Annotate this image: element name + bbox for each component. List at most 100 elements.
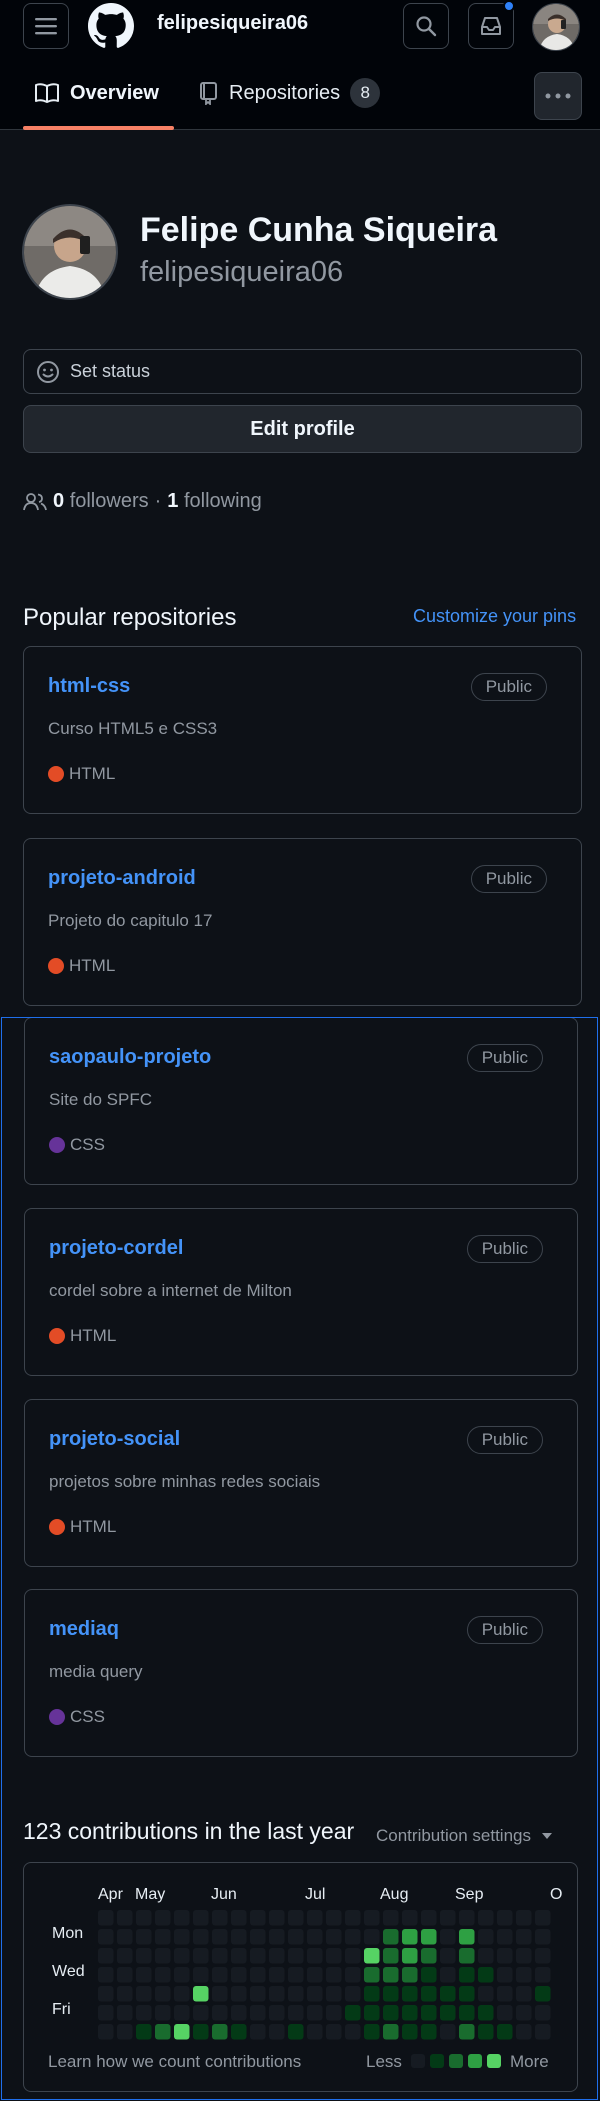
contribution-day-cell[interactable]	[98, 2005, 114, 2021]
contribution-day-cell[interactable]	[459, 1967, 475, 1983]
contribution-day-cell[interactable]	[364, 1986, 380, 2002]
contribution-day-cell[interactable]	[288, 1948, 304, 1964]
contribution-day-cell[interactable]	[136, 1910, 152, 1926]
contribution-day-cell[interactable]	[136, 1986, 152, 2002]
contribution-day-cell[interactable]	[421, 1948, 437, 1964]
contribution-day-cell[interactable]	[440, 1910, 456, 1926]
contribution-day-cell[interactable]	[516, 1929, 532, 1945]
contribution-day-cell[interactable]	[136, 1929, 152, 1945]
followers-link[interactable]: 0 followers	[53, 490, 149, 513]
contribution-day-cell[interactable]	[459, 1910, 475, 1926]
contribution-day-cell[interactable]	[459, 2005, 475, 2021]
contribution-day-cell[interactable]	[440, 2005, 456, 2021]
contribution-day-cell[interactable]	[326, 1910, 342, 1926]
contribution-day-cell[interactable]	[136, 1948, 152, 1964]
contribution-day-cell[interactable]	[250, 1948, 266, 1964]
contribution-day-cell[interactable]	[402, 1986, 418, 2002]
contribution-day-cell[interactable]	[212, 1948, 228, 1964]
contribution-day-cell[interactable]	[345, 1986, 361, 2002]
contribution-day-cell[interactable]	[231, 1967, 247, 1983]
contribution-day-cell[interactable]	[535, 2005, 551, 2021]
contribution-day-cell[interactable]	[516, 1948, 532, 1964]
contribution-day-cell[interactable]	[516, 2005, 532, 2021]
contribution-day-cell[interactable]	[345, 2005, 361, 2021]
contribution-day-cell[interactable]	[478, 1967, 494, 1983]
contribution-day-cell[interactable]	[383, 1948, 399, 1964]
contribution-day-cell[interactable]	[440, 1986, 456, 2002]
tab-repositories[interactable]: Repositories 8	[199, 56, 381, 130]
repo-name-link[interactable]: saopaulo-projeto	[49, 1046, 211, 1069]
contribution-day-cell[interactable]	[250, 1967, 266, 1983]
contribution-day-cell[interactable]	[136, 1967, 152, 1983]
contribution-day-cell[interactable]	[307, 2024, 323, 2040]
contribution-day-cell[interactable]	[212, 2024, 228, 2040]
contribution-day-cell[interactable]	[364, 1929, 380, 1945]
contribution-day-cell[interactable]	[516, 2024, 532, 2040]
contribution-day-cell[interactable]	[174, 1929, 190, 1945]
contribution-day-cell[interactable]	[98, 1910, 114, 1926]
contribution-day-cell[interactable]	[193, 1929, 209, 1945]
contribution-day-cell[interactable]	[478, 2024, 494, 2040]
contribution-day-cell[interactable]	[383, 1986, 399, 2002]
contribution-day-cell[interactable]	[535, 1986, 551, 2002]
contribution-day-cell[interactable]	[459, 1948, 475, 1964]
contribution-day-cell[interactable]	[212, 1986, 228, 2002]
contribution-day-cell[interactable]	[117, 1910, 133, 1926]
contribution-day-cell[interactable]	[250, 1986, 266, 2002]
repo-name-link[interactable]: projeto-social	[49, 1428, 180, 1451]
contribution-day-cell[interactable]	[478, 1929, 494, 1945]
contribution-day-cell[interactable]	[155, 1967, 171, 1983]
header-username[interactable]: felipesiqueira06	[157, 12, 308, 35]
contribution-day-cell[interactable]	[478, 1986, 494, 2002]
contribution-day-cell[interactable]	[383, 2005, 399, 2021]
contribution-day-cell[interactable]	[402, 2005, 418, 2021]
contribution-day-cell[interactable]	[535, 1910, 551, 1926]
tab-overview[interactable]: Overview	[34, 56, 159, 130]
contribution-day-cell[interactable]	[364, 1910, 380, 1926]
contribution-day-cell[interactable]	[288, 1986, 304, 2002]
learn-contributions-link[interactable]: Learn how we count contributions	[48, 2052, 301, 2072]
menu-button[interactable]	[23, 3, 69, 49]
contribution-day-cell[interactable]	[402, 2024, 418, 2040]
edit-profile-button[interactable]: Edit profile	[23, 405, 582, 453]
contribution-day-cell[interactable]	[250, 2005, 266, 2021]
contribution-day-cell[interactable]	[136, 2024, 152, 2040]
contribution-day-cell[interactable]	[383, 2024, 399, 2040]
contribution-day-cell[interactable]	[288, 1910, 304, 1926]
contribution-day-cell[interactable]	[345, 2024, 361, 2040]
contribution-day-cell[interactable]	[212, 1929, 228, 1945]
contribution-day-cell[interactable]	[155, 1910, 171, 1926]
contribution-day-cell[interactable]	[326, 1948, 342, 1964]
contribution-day-cell[interactable]	[326, 2024, 342, 2040]
contribution-day-cell[interactable]	[421, 1929, 437, 1945]
contribution-day-cell[interactable]	[421, 2024, 437, 2040]
contribution-day-cell[interactable]	[478, 2005, 494, 2021]
contribution-day-cell[interactable]	[402, 1929, 418, 1945]
github-logo-icon[interactable]	[88, 3, 134, 49]
contribution-day-cell[interactable]	[231, 2024, 247, 2040]
contribution-day-cell[interactable]	[98, 1929, 114, 1945]
contribution-day-cell[interactable]	[345, 1948, 361, 1964]
following-link[interactable]: 1 following	[167, 490, 262, 513]
contribution-day-cell[interactable]	[117, 1948, 133, 1964]
contribution-settings-dropdown[interactable]: Contribution settings	[376, 1826, 553, 1846]
contribution-day-cell[interactable]	[193, 2024, 209, 2040]
contribution-day-cell[interactable]	[174, 2024, 190, 2040]
contribution-day-cell[interactable]	[345, 1929, 361, 1945]
contribution-day-cell[interactable]	[440, 2024, 456, 2040]
contribution-day-cell[interactable]	[174, 1986, 190, 2002]
contribution-day-cell[interactable]	[326, 2005, 342, 2021]
contribution-day-cell[interactable]	[250, 2024, 266, 2040]
contribution-day-cell[interactable]	[459, 1929, 475, 1945]
contribution-day-cell[interactable]	[155, 1929, 171, 1945]
contribution-day-cell[interactable]	[231, 2005, 247, 2021]
contribution-day-cell[interactable]	[402, 1910, 418, 1926]
contribution-day-cell[interactable]	[516, 1967, 532, 1983]
contribution-day-cell[interactable]	[193, 1986, 209, 2002]
contribution-day-cell[interactable]	[440, 1967, 456, 1983]
contribution-day-cell[interactable]	[117, 2005, 133, 2021]
profile-avatar[interactable]	[22, 204, 118, 300]
contribution-day-cell[interactable]	[364, 2024, 380, 2040]
contribution-day-cell[interactable]	[345, 1910, 361, 1926]
contribution-day-cell[interactable]	[174, 2005, 190, 2021]
